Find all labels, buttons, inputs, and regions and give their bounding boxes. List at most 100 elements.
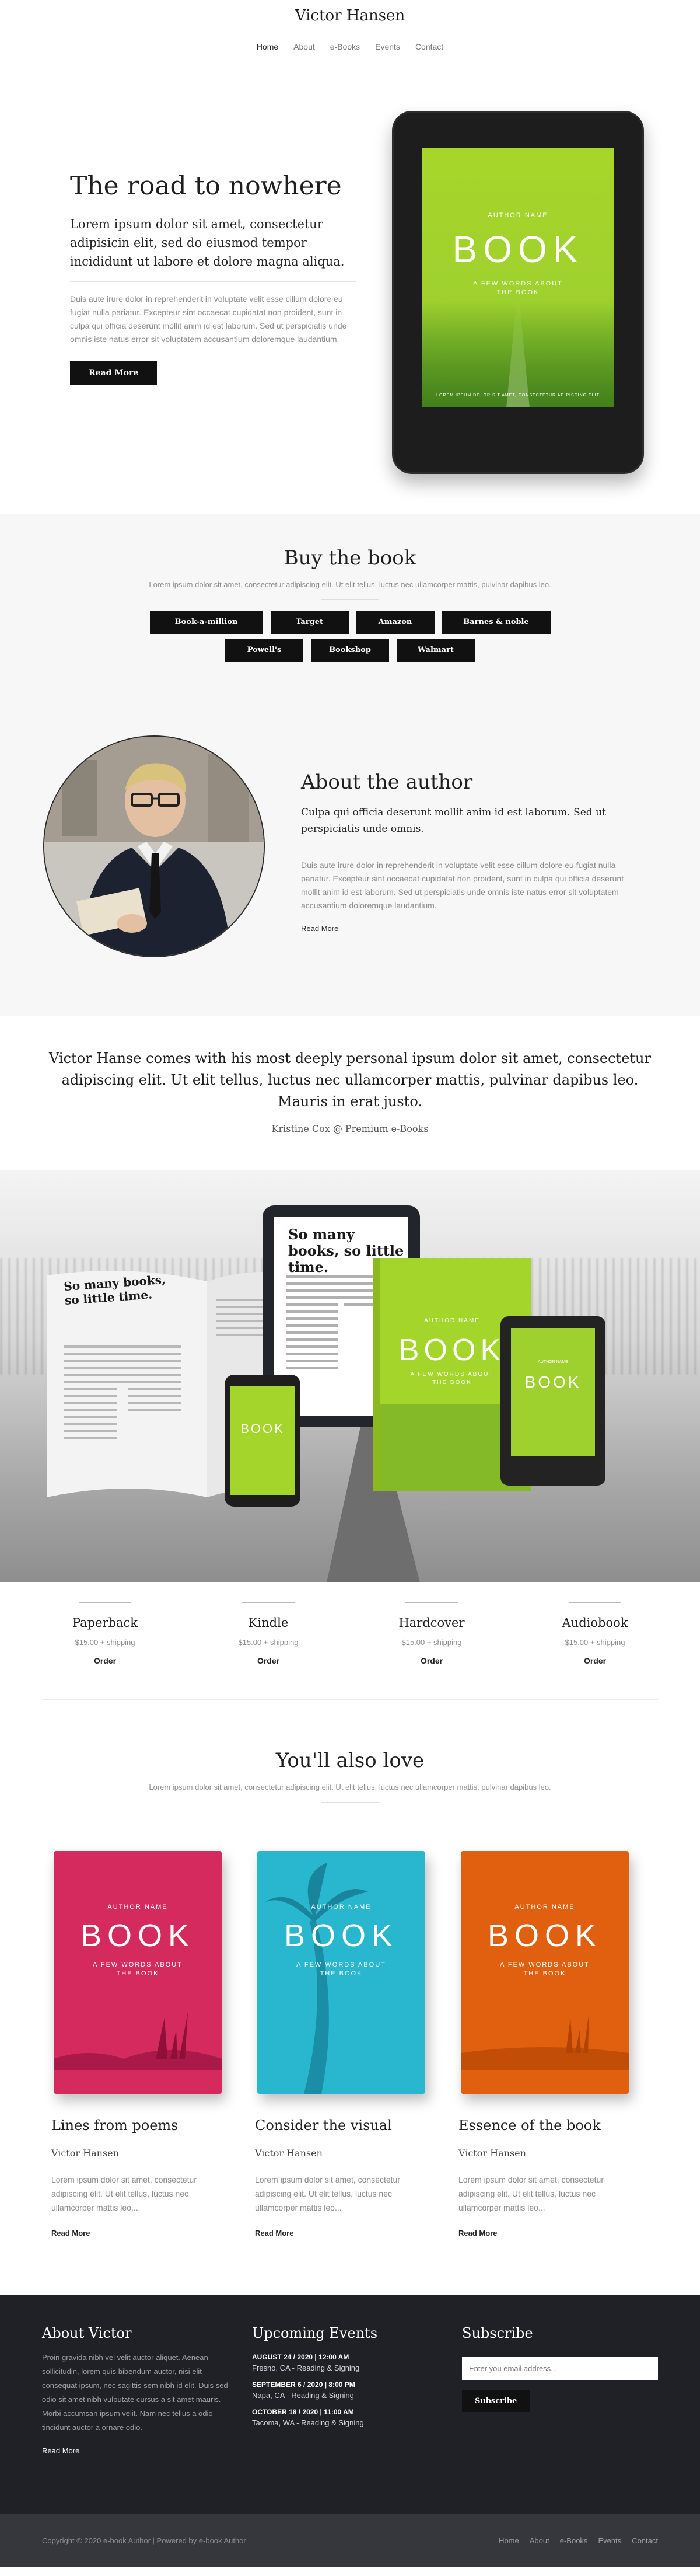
cover-title: BOOK	[487, 1918, 603, 1953]
divider	[321, 599, 379, 600]
footer-nav-events[interactable]: Events	[598, 2536, 621, 2545]
order-link[interactable]: Order	[537, 1656, 653, 1665]
footer-nav-home[interactable]: Home	[499, 2536, 519, 2545]
divider	[242, 1602, 295, 1603]
buy-subtitle: Lorem ipsum dolor sit amet, consectetur …	[149, 580, 551, 589]
store-button-target[interactable]: Target	[270, 611, 349, 634]
cover-title: BOOK	[284, 1918, 399, 1953]
subscribe-button[interactable]: Subscribe	[462, 2390, 530, 2412]
store-button-books-a-million[interactable]: Book-a-million	[149, 611, 263, 634]
cover-subtitle-2: THE BOOK	[523, 1970, 566, 1977]
read-more-button[interactable]: Read More	[70, 361, 158, 385]
format-price: $15.00 + shipping	[75, 1638, 135, 1647]
tablet-heading: So many books, so little time.	[288, 1226, 404, 1275]
store-button-bookshop[interactable]: Bookshop	[311, 639, 389, 662]
cover-subtitle-2: THE BOOK	[116, 1970, 159, 1977]
book-card[interactable]: AUTHOR NAME BOOK A FEW WORDS ABOUT THE B…	[459, 1851, 639, 2237]
read-more-link[interactable]: Read More	[255, 2229, 436, 2237]
event-location: Fresno, CA - Reading & Signing	[252, 2364, 360, 2372]
format-price: $15.00 + shipping	[238, 1638, 299, 1647]
svg-text:BOOK: BOOK	[399, 1333, 505, 1367]
book-cover-teal[interactable]: AUTHOR NAME BOOK A FEW WORDS ABOUT THE B…	[257, 1851, 425, 2094]
book-description: Lorem ipsum dolor sit amet, consectetur …	[255, 2175, 400, 2212]
format-name: Kindle	[248, 1616, 289, 1630]
divider	[569, 1602, 621, 1603]
book-card[interactable]: AUTHOR NAME BOOK A FEW WORDS ABOUT THE B…	[255, 1851, 436, 2237]
author-body: Duis aute irure dolor in reprehenderit i…	[301, 860, 624, 910]
book-description: Lorem ipsum dolor sit amet, consectetur …	[459, 2175, 604, 2212]
footer-bottom-bar: Copyright © 2020 e-book Author | Powered…	[0, 2514, 700, 2567]
event-location: Napa, CA - Reading & Signing	[252, 2391, 354, 2400]
book-cover-pink[interactable]: AUTHOR NAME BOOK A FEW WORDS ABOUT THE B…	[54, 1851, 222, 2094]
book-title[interactable]: Consider the visual	[255, 2117, 436, 2134]
buy-title: Buy the book	[284, 546, 416, 570]
cover-subtitle-1: A FEW WORDS ABOUT	[296, 1961, 386, 1968]
footer-about: About Victor Proin gravida nibh vel veli…	[42, 2325, 235, 2455]
footer-read-more-link[interactable]: Read More	[42, 2446, 235, 2455]
book-cover-orange[interactable]: AUTHOR NAME BOOK A FEW WORDS ABOUT THE B…	[461, 1851, 629, 2094]
svg-text:A FEW WORDS ABOUT: A FEW WORDS ABOUT	[411, 1371, 494, 1378]
svg-text:BOOK: BOOK	[525, 1373, 582, 1391]
order-link[interactable]: Order	[47, 1656, 163, 1665]
hero-content: The road to nowhere Lorem ipsum dolor si…	[70, 169, 356, 385]
email-input[interactable]	[462, 2357, 658, 2380]
read-more-link[interactable]: Read More	[459, 2229, 639, 2237]
cover-subtitle-1: A FEW WORDS ABOUT	[473, 280, 563, 287]
footer-nav-ebooks[interactable]: e-Books	[560, 2536, 588, 2545]
read-more-link[interactable]: Read More	[51, 2229, 232, 2237]
footer-about-text: Proin gravida nibh vel velit auctor aliq…	[42, 2353, 228, 2432]
nav-home[interactable]: Home	[257, 42, 278, 51]
format-audiobook: Audiobook $15.00 + shipping Order	[537, 1582, 653, 1699]
footer-subscribe: Subscribe Subscribe	[462, 2325, 658, 2412]
author-photo	[43, 735, 265, 957]
footer-nav-contact[interactable]: Contact	[632, 2536, 658, 2545]
format-hardcover: Hardcover $15.00 + shipping Order	[373, 1582, 490, 1699]
format-name: Paperback	[72, 1616, 138, 1630]
testimonial-author: Kristine Cox @ Premium e-Books	[271, 1123, 429, 1134]
site-header: Victor Hansen Home About e-Books Events …	[0, 0, 700, 82]
store-button-walmart[interactable]: Walmart	[397, 639, 475, 662]
cover-title: BOOK	[452, 228, 584, 270]
main-nav: Home About e-Books Events Contact	[0, 42, 700, 51]
event-item[interactable]: AUGUST 24 / 2020 | 12:00 AM Fresno, CA -…	[252, 2353, 444, 2372]
format-kindle: Kindle $15.00 + shipping Order	[210, 1582, 327, 1699]
hero-lead: Lorem ipsum dolor sit amet, consectetur …	[70, 217, 345, 269]
hero-title: The road to nowhere	[70, 171, 342, 201]
event-item[interactable]: OCTOBER 18 / 2020 | 11:00 AM Tacoma, WA …	[252, 2408, 444, 2427]
event-date: SEPTEMBER 6 / 2020 | 8:00 PM	[252, 2380, 355, 2389]
book-title[interactable]: Lines from poems	[51, 2117, 232, 2134]
related-subtitle: Lorem ipsum dolor sit amet, consectetur …	[149, 1783, 551, 1791]
testimonial-text: Victor Hanse comes with his most deeply …	[49, 1050, 651, 1110]
cover-author: AUTHOR NAME	[514, 1904, 575, 1911]
footer-nav-about[interactable]: About	[530, 2536, 550, 2545]
divider	[70, 281, 356, 282]
order-link[interactable]: Order	[210, 1656, 327, 1665]
format-name: Audiobook	[562, 1616, 628, 1630]
nav-about[interactable]: About	[293, 42, 315, 51]
cover-author: AUTHOR NAME	[311, 1904, 372, 1911]
book-card[interactable]: AUTHOR NAME BOOK A FEW WORDS ABOUT THE B…	[51, 1851, 232, 2237]
site-footer: About Victor Proin gravida nibh vel veli…	[0, 2295, 700, 2514]
book-title[interactable]: Essence of the book	[459, 2117, 639, 2134]
cover-subtitle-1: A FEW WORDS ABOUT	[93, 1961, 183, 1968]
svg-text:THE BOOK: THE BOOK	[432, 1379, 472, 1386]
format-paperback: Paperback $15.00 + shipping Order	[47, 1582, 163, 1699]
site-title[interactable]: Victor Hansen	[0, 7, 700, 25]
testimonial-section: Victor Hanse comes with his most deeply …	[0, 1016, 700, 1170]
store-button-barnes-noble[interactable]: Barnes & noble	[442, 611, 551, 634]
cover-author: AUTHOR NAME	[107, 1904, 168, 1911]
footer-events-title: Upcoming Events	[252, 2325, 378, 2341]
nav-events[interactable]: Events	[375, 42, 400, 51]
nav-contact[interactable]: Contact	[415, 42, 443, 51]
formats-mockup-image: AUTHOR NAME BOOK A FEW WORDS ABOUT THE B…	[0, 1170, 700, 1582]
road-image	[422, 298, 614, 407]
copyright-text: Copyright © 2020 e-book Author | Powered…	[42, 2536, 246, 2545]
store-button-amazon[interactable]: Amazon	[356, 611, 435, 634]
author-read-more-link[interactable]: Read More	[301, 924, 625, 933]
event-item[interactable]: SEPTEMBER 6 / 2020 | 8:00 PM Napa, CA - …	[252, 2380, 444, 2400]
order-link[interactable]: Order	[373, 1656, 490, 1665]
nav-ebooks[interactable]: e-Books	[330, 42, 360, 51]
store-button-powells[interactable]: Powell's	[225, 639, 303, 662]
store-row-2: Powell's Bookshop Walmart	[0, 639, 700, 662]
divider	[405, 1602, 458, 1603]
